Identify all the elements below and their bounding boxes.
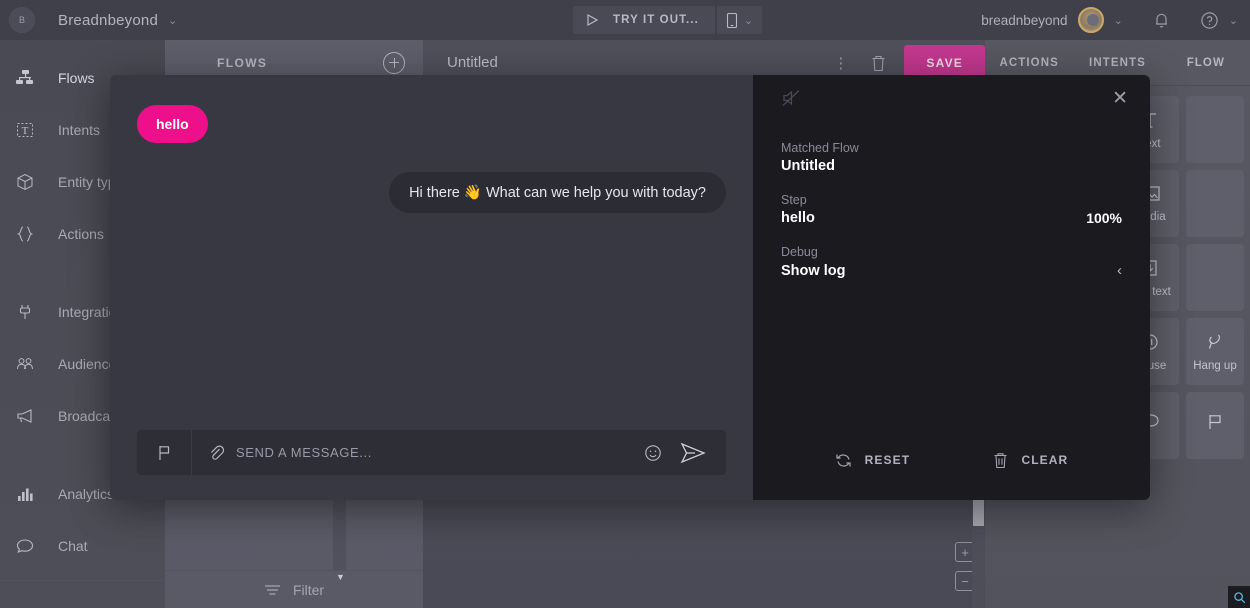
filter-icon [264, 584, 281, 596]
reset-button[interactable]: RESET [835, 452, 911, 469]
workspace-name[interactable]: Breadnbeyond [58, 12, 158, 29]
tool-hang-up[interactable]: Hang up [1186, 318, 1244, 385]
debug-group: Debug Show log ‹ [781, 245, 1122, 279]
user-name: breadnbeyond [981, 12, 1068, 28]
more-options-button[interactable]: ⋮ [823, 54, 859, 72]
chevron-down-icon[interactable]: ⌄ [168, 14, 177, 27]
broadcast-icon [14, 406, 36, 426]
hang-up-phone-icon [1205, 332, 1225, 352]
filter-label: Filter [292, 581, 325, 598]
debug-panel-body: Matched Flow Untitled Step hello 100% De… [753, 121, 1150, 279]
debug-panel-header: ✕ [753, 75, 1150, 121]
chat-icon [14, 536, 36, 556]
try-it-out-control: TRY IT OUT... ⌄ [573, 6, 763, 34]
matched-flow-label: Matched Flow [781, 141, 859, 155]
analytics-icon [14, 484, 36, 504]
tab-flow[interactable]: FLOW [1162, 57, 1250, 69]
bot-message-bubble: Hi there 👋 What can we help you with tod… [389, 172, 726, 213]
audience-icon [14, 354, 36, 374]
matched-flow-group: Matched Flow Untitled [781, 141, 1122, 174]
step-confidence: 100% [1086, 210, 1122, 226]
reset-loop-icon [835, 452, 852, 469]
flows-icon [14, 68, 36, 88]
message-input[interactable]: SEND A MESSAGE... [236, 445, 634, 460]
workspace-avatar[interactable]: B [9, 7, 35, 33]
chevron-down-icon[interactable]: ⌄ [1229, 14, 1238, 27]
trash-icon [993, 452, 1008, 469]
search-icon [1233, 591, 1246, 604]
debug-panel-actions: RESET CLEAR [753, 420, 1150, 500]
play-icon [585, 13, 599, 27]
svg-text:T: T [22, 125, 29, 137]
sound-off-icon[interactable] [781, 89, 801, 107]
step-value: hello [781, 210, 815, 226]
sidebar-item-label: Chat [58, 538, 88, 554]
step-label: Step [781, 193, 807, 207]
chevron-down-icon[interactable]: ⌄ [1114, 14, 1123, 27]
debug-panel: ✕ Matched Flow Untitled Step hello 100% … [753, 75, 1150, 500]
tool-label: Hang up [1193, 359, 1237, 372]
try-it-out-label: TRY IT OUT... [613, 14, 699, 26]
flows-header-label: FLOWS [217, 55, 268, 70]
reset-label: RESET [864, 453, 911, 467]
notification-bell-icon[interactable] [1153, 11, 1170, 30]
chat-widget: hello Hi there 👋 What can we help you wi… [110, 75, 753, 500]
add-flow-button[interactable] [383, 51, 405, 74]
intents-icon: T [14, 120, 36, 140]
sidebar-item-label: Flows [58, 70, 95, 86]
integrations-icon [14, 302, 36, 322]
chat-message-list: hello Hi there 👋 What can we help you wi… [110, 75, 753, 430]
message-composer: SEND A MESSAGE... [137, 430, 726, 475]
delete-flow-button[interactable] [859, 55, 898, 72]
user-message-bubble: hello [137, 105, 208, 143]
entity-types-icon [14, 172, 36, 192]
help-circle-icon[interactable] [1200, 11, 1219, 30]
sidebar-divider [0, 580, 165, 581]
tab-actions[interactable]: ACTIONS [985, 57, 1073, 69]
step-group: Step hello 100% [781, 193, 1122, 226]
sidebar-item-chat[interactable]: Chat [0, 520, 165, 572]
sidebar-item-label: Audience [58, 356, 117, 372]
canvas-title: Untitled [447, 54, 498, 71]
mobile-device-icon [726, 12, 738, 29]
sidebar-item-label: Analytics [58, 486, 115, 502]
chat-message-user: hello [137, 105, 726, 143]
sidebar-item-label: Actions [58, 226, 104, 242]
top-bar-right: breadnbeyond ⌄ ⌄ [981, 0, 1238, 40]
chevron-left-icon[interactable]: ‹ [1117, 262, 1122, 279]
sidebar-item-label: Intents [58, 122, 101, 138]
avatar[interactable] [1077, 7, 1104, 33]
device-select-button[interactable]: ⌄ [716, 6, 763, 34]
chat-message-bot: Hi there 👋 What can we help you with tod… [137, 172, 726, 213]
try-it-out-button[interactable]: TRY IT OUT... [573, 6, 715, 34]
clear-label: CLEAR [1021, 453, 1069, 467]
send-paper-plane-icon[interactable] [672, 442, 726, 464]
flag-icon [1205, 412, 1225, 432]
search-button[interactable] [1228, 586, 1250, 608]
tool-flag[interactable] [1186, 392, 1244, 459]
close-icon[interactable]: ✕ [1112, 89, 1128, 108]
filter-button[interactable]: Filter [165, 570, 423, 608]
top-bar: B Breadnbeyond ⌄ TRY IT OUT... ⌄ breadnb… [0, 0, 1250, 40]
sidebar-item-configuration[interactable]: Configuration [0, 589, 165, 608]
show-log-row[interactable]: Show log ‹ [781, 262, 1122, 279]
emoji-smiley-icon[interactable] [634, 444, 672, 462]
tab-intents[interactable]: INTENTS [1073, 57, 1161, 69]
clear-button[interactable]: CLEAR [993, 452, 1068, 469]
try-it-out-overlay: hello Hi there 👋 What can we help you wi… [110, 75, 1150, 500]
show-log-value: Show log [781, 262, 846, 279]
debug-label: Debug [781, 245, 818, 259]
tool-cell[interactable] [1186, 170, 1244, 237]
tool-cell[interactable] [1186, 244, 1244, 311]
flag-icon[interactable] [137, 430, 192, 475]
matched-flow-value: Untitled [781, 158, 835, 174]
tool-cell[interactable] [1186, 96, 1244, 163]
step-row: hello 100% [781, 210, 1122, 226]
chevron-down-icon: ⌄ [743, 14, 754, 27]
app-root: Flows T Intents Entity types Actions Int… [0, 0, 1250, 608]
paperclip-icon[interactable] [192, 444, 236, 462]
actions-icon [14, 224, 36, 244]
